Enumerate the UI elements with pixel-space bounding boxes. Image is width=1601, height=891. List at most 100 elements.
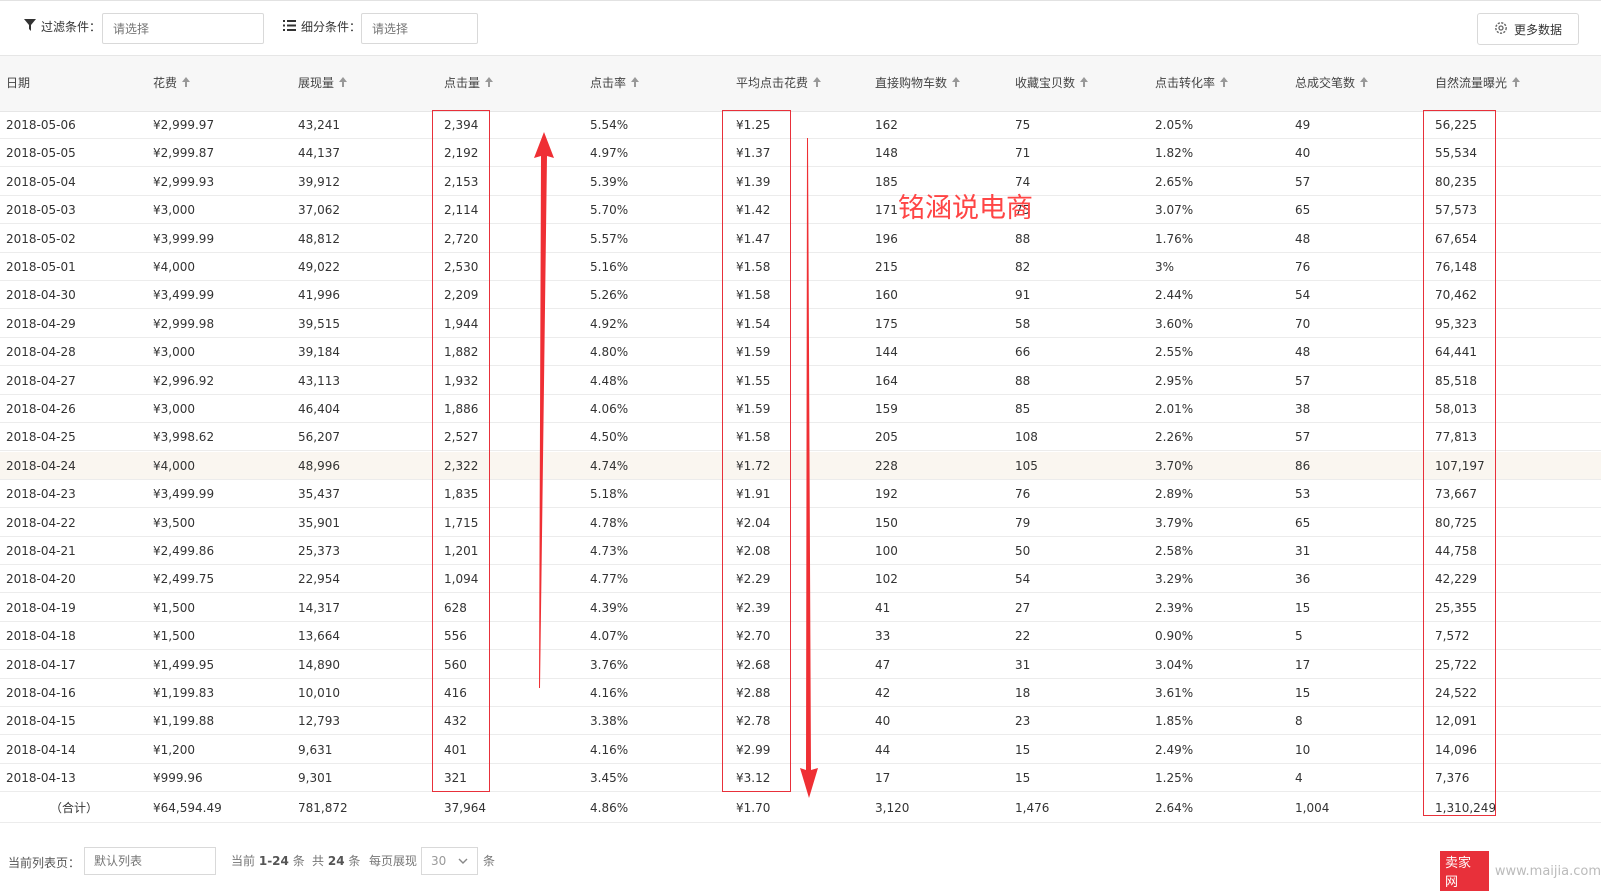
- table-cell: 22,954: [298, 572, 340, 586]
- column-header-label: 日期: [6, 76, 31, 90]
- column-header-7[interactable]: 收藏宝贝数: [1015, 56, 1089, 111]
- table-cell: 401: [444, 743, 467, 757]
- table-cell: 2.05%: [1155, 118, 1194, 132]
- sort-arrow-up-icon[interactable]: [1360, 56, 1369, 111]
- table-cell: 54: [1015, 572, 1031, 586]
- column-header-5[interactable]: 平均点击花费: [736, 56, 822, 111]
- sort-arrow-up-icon[interactable]: [813, 56, 822, 111]
- site-watermark-logo: 卖家网 www.maijia.com: [1440, 851, 1601, 891]
- list-select-input[interactable]: [84, 847, 216, 875]
- column-header-6[interactable]: 直接购物车数: [875, 56, 961, 111]
- table-cell: 2018-05-03: [6, 203, 76, 217]
- table-cell: 144: [875, 345, 898, 359]
- table-row[interactable]: 2018-04-25 ¥3,998.62 56,207 2,527 4.50% ¥1.58…: [0, 423, 1601, 451]
- table-cell: 205: [875, 430, 898, 444]
- table-cell: 3.76%: [590, 658, 629, 672]
- table-row[interactable]: 2018-04-30 ¥3,499.99 41,996 2,209 5.26% ¥1.58…: [0, 281, 1601, 309]
- column-header-3[interactable]: 点击量: [444, 56, 494, 111]
- table-cell: 4.97%: [590, 146, 629, 160]
- table-cell: 1,932: [444, 374, 479, 388]
- sort-arrow-up-icon[interactable]: [952, 56, 961, 111]
- table-cell: 66: [1015, 345, 1031, 359]
- table-cell: 71: [1015, 146, 1031, 160]
- table-total-row: （合计） ¥64,594.49 781,872 37,964 4.86% ¥1.70 3,1…: [0, 793, 1601, 823]
- sort-arrow-up-icon[interactable]: [1220, 56, 1229, 111]
- column-header-8[interactable]: 点击转化率: [1155, 56, 1229, 111]
- table-row[interactable]: 2018-04-21 ¥2,499.86 25,373 1,201 4.73% ¥2.08…: [0, 537, 1601, 565]
- filter-select-input[interactable]: [102, 13, 264, 44]
- column-header-1[interactable]: 花费: [153, 56, 191, 111]
- table-cell: 160: [875, 288, 898, 302]
- table-cell: 228: [875, 459, 898, 473]
- sort-arrow-up-icon[interactable]: [485, 56, 494, 111]
- table-cell: 31: [1015, 658, 1031, 672]
- table-row[interactable]: 2018-04-20 ¥2,499.75 22,954 1,094 4.77% ¥2.29…: [0, 565, 1601, 593]
- table-cell: 25,722: [1435, 658, 1477, 672]
- column-header-9[interactable]: 总成交笔数: [1295, 56, 1369, 111]
- table-cell: 5.70%: [590, 203, 629, 217]
- table-cell: 76: [1295, 260, 1311, 274]
- table-row[interactable]: 2018-05-04 ¥2,999.93 39,912 2,153 5.39% ¥1.39…: [0, 168, 1601, 196]
- table-cell: 56,207: [298, 430, 340, 444]
- table-cell: 1,835: [444, 487, 479, 501]
- table-row[interactable]: 2018-04-15 ¥1,199.88 12,793 432 3.38% ¥2.78 40…: [0, 707, 1601, 735]
- table-cell: 50: [1015, 544, 1031, 558]
- table-row[interactable]: 2018-05-02 ¥3,999.99 48,812 2,720 5.57% ¥1.47…: [0, 225, 1601, 253]
- table-cell: ¥3,000: [153, 402, 195, 416]
- table-row[interactable]: 2018-05-01 ¥4,000 49,022 2,530 5.16% ¥1.58 215…: [0, 253, 1601, 281]
- table-cell: 2,209: [444, 288, 479, 302]
- sort-arrow-up-icon[interactable]: [631, 56, 640, 111]
- table-cell: 2018-04-14: [6, 743, 76, 757]
- table-cell: 15: [1295, 601, 1311, 615]
- table-cell: 3.38%: [590, 714, 629, 728]
- table-cell: 2.89%: [1155, 487, 1194, 501]
- table-row[interactable]: 2018-05-05 ¥2,999.87 44,137 2,192 4.97% ¥1.37…: [0, 139, 1601, 167]
- table-cell: ¥2,996.92: [153, 374, 215, 388]
- column-header-4[interactable]: 点击率: [590, 56, 640, 111]
- table-row[interactable]: 2018-04-26 ¥3,000 46,404 1,886 4.06% ¥1.59 159…: [0, 395, 1601, 423]
- sort-arrow-up-icon[interactable]: [182, 56, 191, 111]
- table-row[interactable]: 2018-04-28 ¥3,000 39,184 1,882 4.80% ¥1.59 144…: [0, 338, 1601, 366]
- column-header-label: 点击量: [444, 76, 481, 90]
- segment-select-input[interactable]: [361, 13, 478, 44]
- table-row[interactable]: 2018-04-17 ¥1,499.95 14,890 560 3.76% ¥2.68 47…: [0, 651, 1601, 679]
- table-row[interactable]: 2018-04-29 ¥2,999.98 39,515 1,944 4.92% ¥1.54…: [0, 310, 1601, 338]
- table-cell: 12,091: [1435, 714, 1477, 728]
- table-row[interactable]: 2018-05-03 ¥3,000 37,062 2,114 5.70% ¥1.42 171…: [0, 196, 1601, 224]
- table-cell: 1,715: [444, 516, 479, 530]
- per-page-select[interactable]: 30: [421, 847, 478, 875]
- table-cell: 2018-04-25: [6, 430, 76, 444]
- table-cell: ¥1.39: [736, 175, 771, 189]
- table-cell: 4.16%: [590, 743, 629, 757]
- table-row[interactable]: 2018-04-16 ¥1,199.83 10,010 416 4.16% ¥2.88 42…: [0, 679, 1601, 707]
- table-cell: 43,241: [298, 118, 340, 132]
- more-data-button[interactable]: 更多数据: [1477, 13, 1579, 45]
- column-header-2[interactable]: 展现量: [298, 56, 348, 111]
- table-row[interactable]: 2018-04-22 ¥3,500 35,901 1,715 4.78% ¥2.04 150…: [0, 509, 1601, 537]
- table-cell: 55,534: [1435, 146, 1477, 160]
- table-row[interactable]: 2018-04-14 ¥1,200 9,631 401 4.16% ¥2.99 44 15 2.…: [0, 736, 1601, 764]
- table-row[interactable]: 2018-04-19 ¥1,500 14,317 628 4.39% ¥2.39 41 27 2…: [0, 594, 1601, 622]
- table-row[interactable]: 2018-04-13 ¥999.96 9,301 321 3.45% ¥3.12 17 15 1…: [0, 764, 1601, 792]
- table-cell: ¥1.72: [736, 459, 771, 473]
- table-cell: 2018-04-13: [6, 771, 76, 785]
- sort-arrow-up-icon[interactable]: [339, 56, 348, 111]
- sort-arrow-up-icon[interactable]: [1512, 56, 1521, 111]
- site-url: www.maijia.com: [1494, 863, 1601, 879]
- column-header-0[interactable]: 日期: [6, 56, 30, 111]
- table-cell: 14,317: [298, 601, 340, 615]
- sort-arrow-up-icon[interactable]: [1080, 56, 1089, 111]
- table-cell: 8: [1295, 714, 1303, 728]
- table-cell: 41: [875, 601, 891, 615]
- table-row[interactable]: 2018-05-06 ¥2,999.97 43,241 2,394 5.54% ¥1.25…: [0, 111, 1601, 139]
- table-row[interactable]: 2018-04-23 ¥3,499.99 35,437 1,835 5.18% ¥1.91…: [0, 480, 1601, 508]
- table-cell: 2018-04-21: [6, 544, 76, 558]
- table-row[interactable]: 2018-04-18 ¥1,500 13,664 556 4.07% ¥2.70 33 22 0…: [0, 622, 1601, 650]
- table-cell: 17: [1295, 658, 1311, 672]
- total-cell: 1,004: [1295, 801, 1330, 815]
- table-cell: 65: [1295, 203, 1311, 217]
- table-cell: 4: [1295, 771, 1303, 785]
- table-row[interactable]: 2018-04-27 ¥2,996.92 43,113 1,932 4.48% ¥1.55…: [0, 367, 1601, 395]
- table-row[interactable]: 2018-04-24 ¥4,000 48,996 2,322 4.74% ¥1.72 228…: [0, 452, 1601, 480]
- column-header-10[interactable]: 自然流量曝光: [1435, 56, 1521, 111]
